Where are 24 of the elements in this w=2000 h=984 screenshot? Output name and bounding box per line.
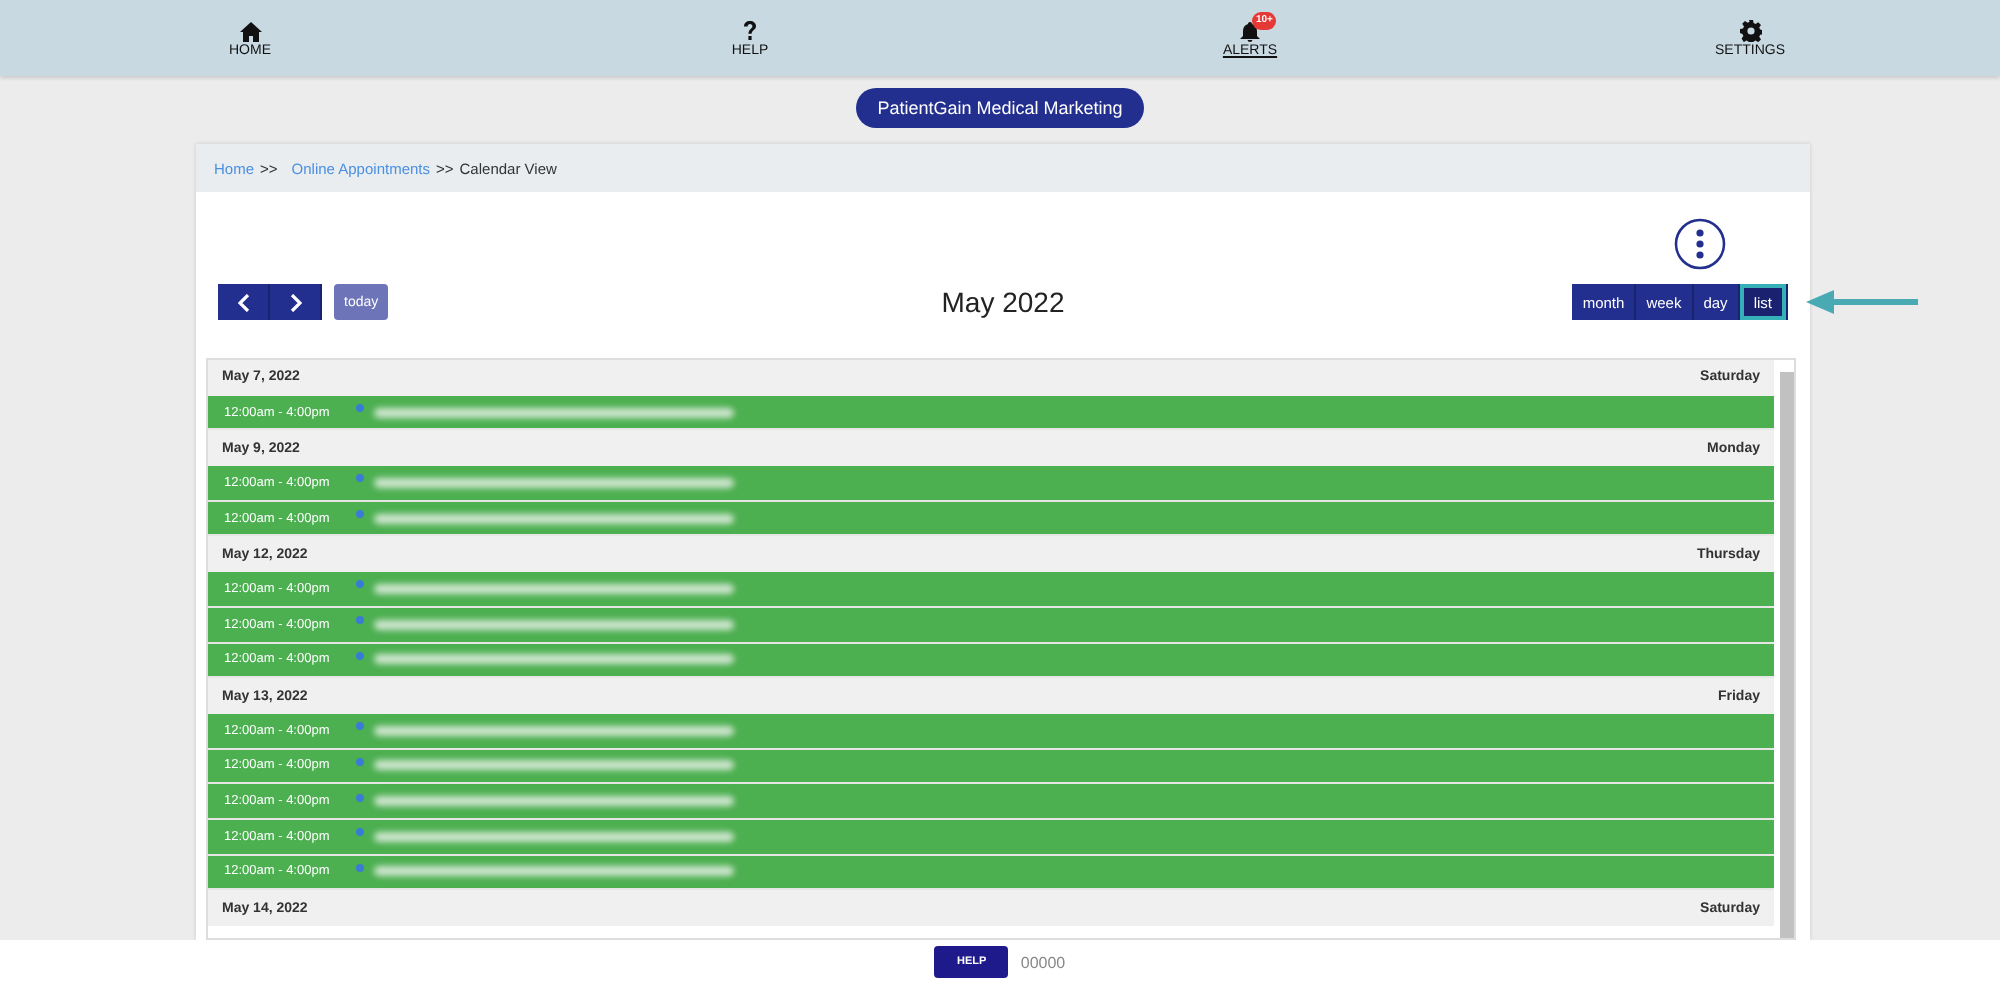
calendar-title: May 2022 — [941, 286, 1065, 318]
event-dot — [356, 580, 364, 589]
event-dot — [356, 793, 364, 802]
event-dot — [356, 651, 364, 660]
event-dot — [356, 828, 364, 837]
more-options-icon[interactable] — [1674, 217, 1726, 269]
home-icon — [239, 21, 261, 41]
scrollbar[interactable] — [1780, 372, 1794, 938]
previous-button[interactable] — [218, 284, 270, 320]
pointer-arrow-icon — [1805, 290, 1918, 314]
event-dot — [356, 474, 364, 483]
settings-icon — [1739, 19, 1761, 41]
event-dot — [356, 863, 364, 872]
bell-icon — [1240, 21, 1260, 41]
company-name-pill: PatientGain Medical Marketing — [855, 88, 1145, 128]
question-mark-icon — [742, 19, 758, 41]
event-dot — [356, 404, 364, 413]
event-dot — [356, 510, 364, 519]
event-dot — [356, 616, 364, 625]
chevron-right-icon — [289, 293, 301, 311]
event-dot — [356, 757, 364, 766]
code-text: 00000 — [1020, 953, 1066, 971]
event-dot — [356, 722, 364, 731]
chevron-left-icon — [237, 293, 249, 311]
